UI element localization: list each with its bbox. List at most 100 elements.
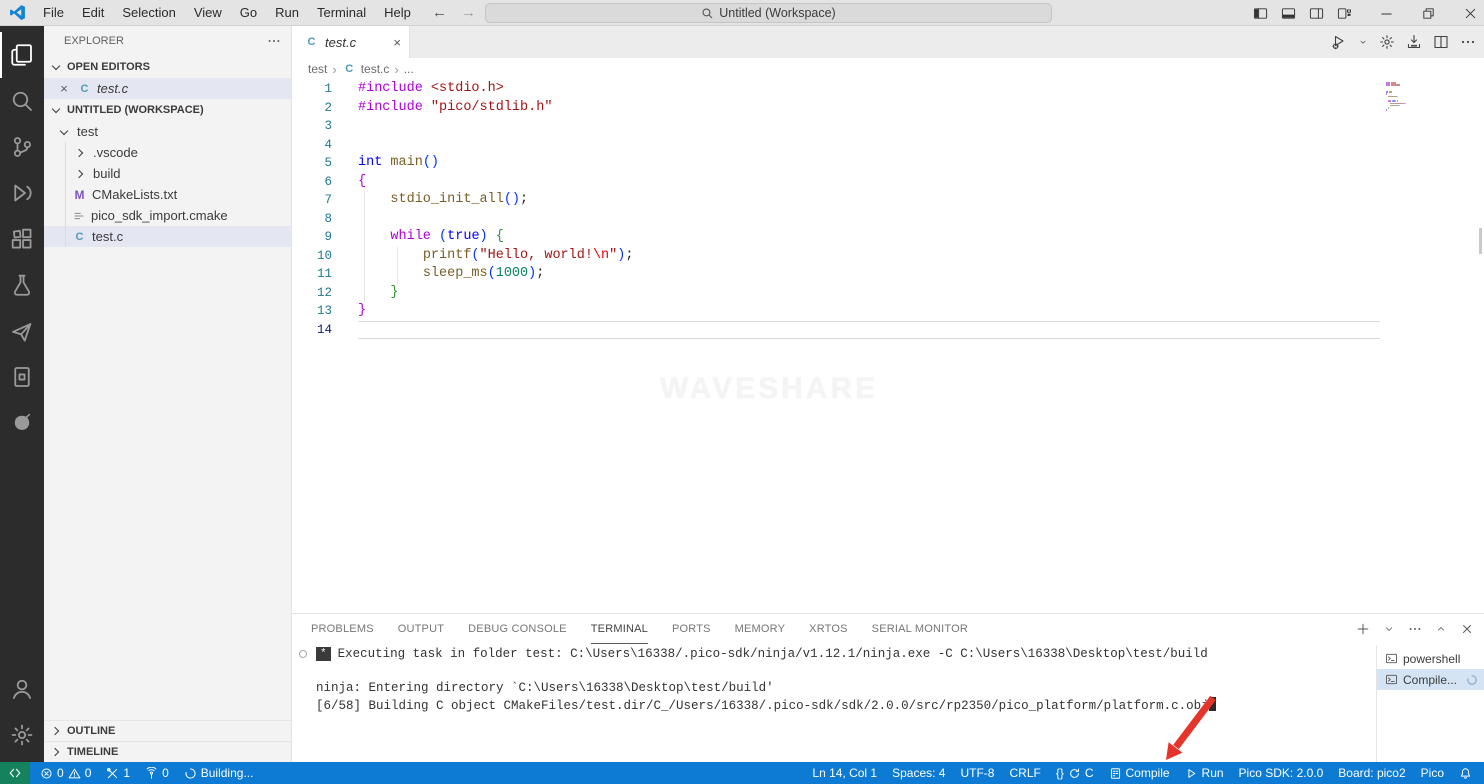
- tree-item-test.c[interactable]: Ctest.c: [44, 226, 291, 247]
- plus-button[interactable]: [1356, 622, 1370, 636]
- activity-account[interactable]: [0, 666, 44, 712]
- close-button[interactable]: [1456, 0, 1484, 26]
- tree-item-pico_sdk_import.cmake[interactable]: pico_sdk_import.cmake: [44, 205, 291, 226]
- breadcrumb-item-test[interactable]: test: [308, 62, 327, 76]
- status-cursor-position[interactable]: Ln 14, Col 1: [812, 766, 877, 780]
- layout-panel-button[interactable]: [1274, 0, 1302, 26]
- section-timeline[interactable]: TIMELINE: [44, 741, 291, 762]
- status-pico[interactable]: Pico: [1421, 766, 1444, 780]
- forward-arrow-icon[interactable]: →: [461, 4, 476, 21]
- more-button[interactable]: [1460, 34, 1476, 50]
- terminal-output[interactable]: *Executing task in folder test: C:\Users…: [292, 646, 1376, 762]
- code-line-4[interactable]: 4: [292, 136, 1484, 155]
- activity-pico-bug[interactable]: [0, 400, 44, 446]
- status-compile[interactable]: Compile: [1109, 766, 1170, 780]
- code-line-8[interactable]: 8: [292, 210, 1484, 229]
- chevron-up-small-button[interactable]: [1435, 623, 1447, 635]
- activity-search[interactable]: [0, 78, 44, 124]
- tree-item-build[interactable]: build: [44, 163, 291, 184]
- open-editor-test.c[interactable]: ×Ctest.c: [44, 78, 291, 99]
- code-line-7[interactable]: 7 stdio_init_all();: [292, 191, 1484, 210]
- back-arrow-icon[interactable]: ←: [432, 4, 447, 21]
- restore-button[interactable]: [1414, 0, 1442, 26]
- code-line-12[interactable]: 12 }: [292, 284, 1484, 303]
- tree-item-CMakeLists.txt[interactable]: MCMakeLists.txt: [44, 184, 291, 205]
- more-button[interactable]: [1408, 622, 1422, 636]
- code-line-14[interactable]: 14: [292, 321, 1484, 340]
- status-building[interactable]: Building...: [184, 766, 254, 780]
- flash-button[interactable]: [1406, 34, 1422, 50]
- command-decoration-icon[interactable]: [299, 650, 307, 658]
- section-outline[interactable]: OUTLINE: [44, 720, 291, 741]
- status-board[interactable]: Board: pico2: [1338, 766, 1405, 780]
- code-line-9[interactable]: 9 while (true) {: [292, 228, 1484, 247]
- section-workspace[interactable]: UNTITLED (WORKSPACE): [44, 99, 291, 121]
- menu-edit[interactable]: Edit: [73, 0, 113, 25]
- breadcrumb-item-testc[interactable]: Ctest.c: [342, 62, 390, 76]
- activity-testing[interactable]: [0, 262, 44, 308]
- tree-item-test[interactable]: test: [44, 121, 291, 142]
- chevron-down-small-button[interactable]: [1383, 623, 1395, 635]
- close-small-button[interactable]: [1460, 622, 1474, 636]
- split-editor-button[interactable]: [1433, 34, 1449, 50]
- status-eol[interactable]: CRLF: [1009, 766, 1040, 780]
- breadcrumb-item-[interactable]: ...: [404, 62, 414, 76]
- activity-board[interactable]: [0, 354, 44, 400]
- status-tools[interactable]: 1: [106, 766, 130, 780]
- terminal-instance-Compile[interactable]: Compile...: [1377, 669, 1484, 690]
- gear-button[interactable]: [1379, 34, 1395, 50]
- more-actions-icon[interactable]: [267, 34, 281, 48]
- tree-item-.vscode[interactable]: .vscode: [44, 142, 291, 163]
- menu-go[interactable]: Go: [231, 0, 266, 25]
- section-open-editors[interactable]: OPEN EDITORS: [44, 56, 291, 78]
- code-line-6[interactable]: 6{: [292, 173, 1484, 192]
- menu-run[interactable]: Run: [266, 0, 308, 25]
- menu-view[interactable]: View: [185, 0, 231, 25]
- close-editor-icon[interactable]: ×: [56, 81, 72, 96]
- remote-indicator[interactable]: [0, 762, 30, 784]
- debug-run-button[interactable]: [1331, 34, 1347, 50]
- layout-sidebar-right-button[interactable]: [1302, 0, 1330, 26]
- panel-tab-output[interactable]: OUTPUT: [398, 614, 444, 644]
- activity-explorer[interactable]: [0, 32, 44, 78]
- panel-tab-terminal[interactable]: TERMINAL: [591, 614, 648, 644]
- menu-file[interactable]: File: [34, 0, 73, 25]
- panel-tab-problems[interactable]: PROBLEMS: [311, 614, 374, 644]
- code-line-5[interactable]: 5int main(): [292, 154, 1484, 173]
- status-run[interactable]: Run: [1185, 766, 1224, 780]
- breadcrumb[interactable]: test›Ctest.c›...: [292, 58, 1484, 80]
- activity-settings[interactable]: [0, 712, 44, 758]
- menu-help[interactable]: Help: [375, 0, 420, 25]
- activity-pico-deploy[interactable]: [0, 308, 44, 354]
- tab-test-c[interactable]: Ctest.c×: [292, 26, 410, 58]
- close-tab-icon[interactable]: ×: [393, 35, 401, 50]
- panel-tab-xrtos[interactable]: XRTOS: [809, 614, 848, 644]
- panel-tab-ports[interactable]: PORTS: [672, 614, 711, 644]
- chevron-down-small-button[interactable]: [1358, 37, 1368, 47]
- status-problems[interactable]: 00: [40, 766, 91, 780]
- command-center-search[interactable]: Untitled (Workspace): [485, 3, 1052, 23]
- minimize-button[interactable]: [1372, 0, 1400, 26]
- code-line-3[interactable]: 3: [292, 117, 1484, 136]
- code-line-13[interactable]: 13}: [292, 302, 1484, 321]
- status-indentation[interactable]: Spaces: 4: [892, 766, 945, 780]
- activity-extensions[interactable]: [0, 216, 44, 262]
- status-serial-ports[interactable]: 0: [145, 766, 169, 780]
- panel-tab-memory[interactable]: MEMORY: [735, 614, 786, 644]
- status-encoding[interactable]: UTF-8: [960, 766, 994, 780]
- menu-selection[interactable]: Selection: [113, 0, 184, 25]
- panel-tab-serial-monitor[interactable]: SERIAL MONITOR: [872, 614, 968, 644]
- code-line-2[interactable]: 2#include "pico/stdlib.h": [292, 99, 1484, 118]
- code-line-11[interactable]: 11 sleep_ms(1000);: [292, 265, 1484, 284]
- status-pico-sdk[interactable]: Pico SDK: 2.0.0: [1239, 766, 1324, 780]
- layout-customize-button[interactable]: [1330, 0, 1358, 26]
- menu-terminal[interactable]: Terminal: [308, 0, 375, 25]
- panel-tab-debug-console[interactable]: DEBUG CONSOLE: [468, 614, 567, 644]
- code-line-10[interactable]: 10 printf("Hello, world!\n");: [292, 247, 1484, 266]
- terminal-instance-powershell[interactable]: powershell: [1377, 648, 1484, 669]
- code-line-1[interactable]: 1#include <stdio.h>: [292, 80, 1484, 99]
- status-language-mode[interactable]: {}C: [1056, 766, 1094, 780]
- layout-sidebar-left-button[interactable]: [1246, 0, 1274, 26]
- activity-run-debug[interactable]: [0, 170, 44, 216]
- status-notifications[interactable]: [1459, 767, 1472, 780]
